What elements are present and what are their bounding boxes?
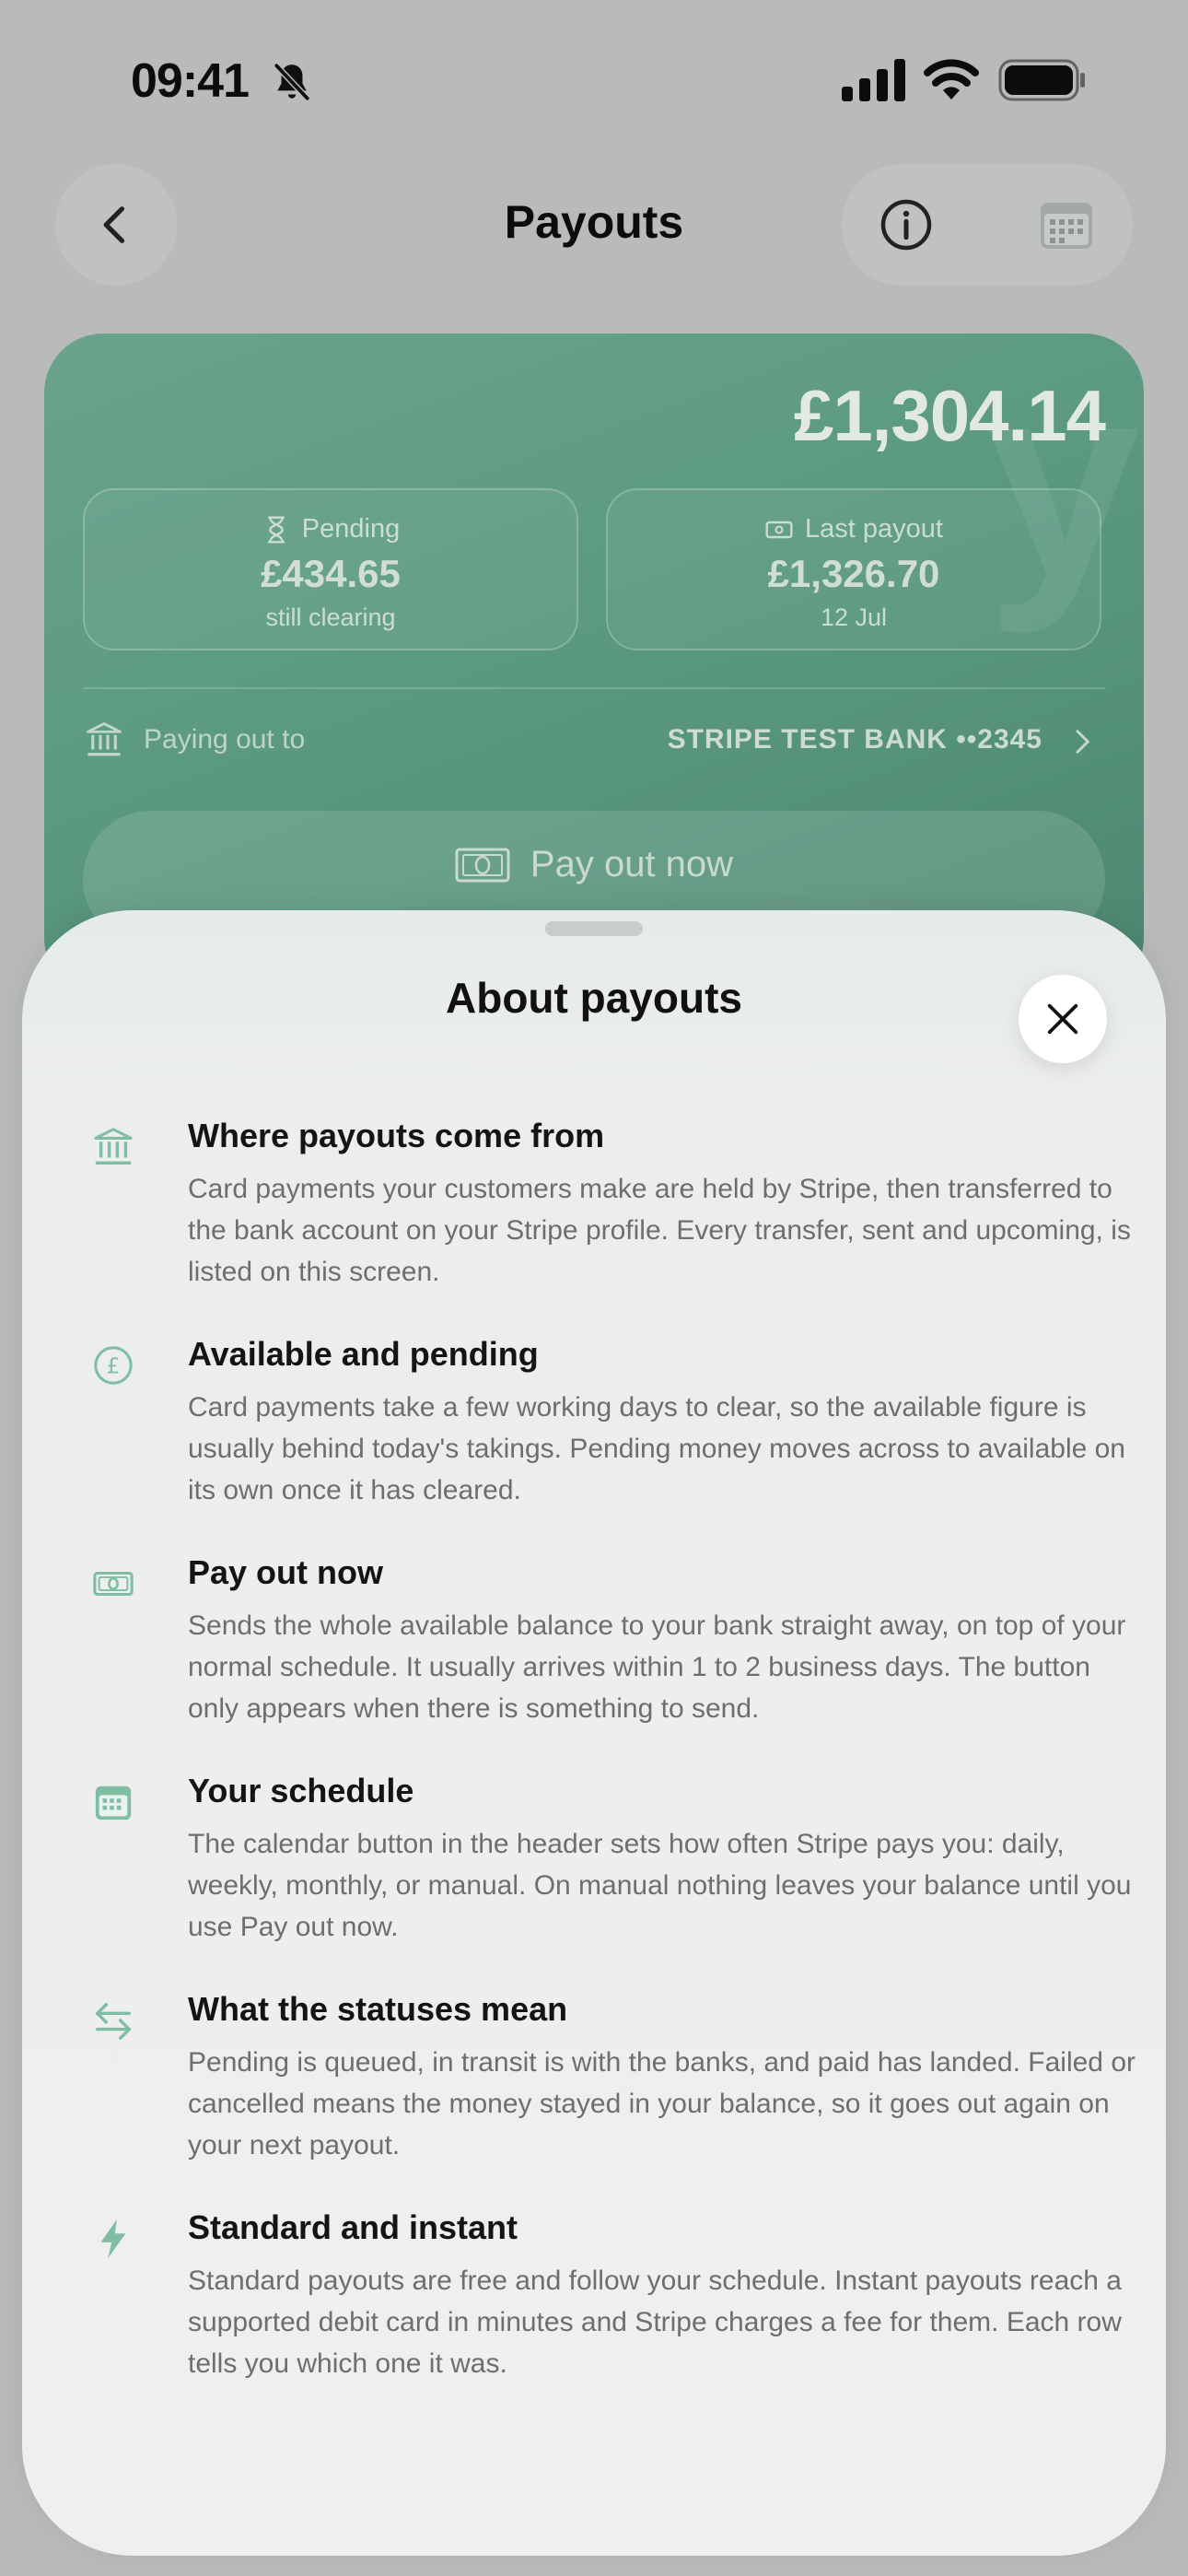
svg-text:£: £: [107, 1355, 121, 1379]
pending-stat: Pending £434.65 still clearing: [83, 488, 578, 650]
banknote-icon: [765, 521, 793, 538]
cellular-signal-icon: [842, 59, 905, 101]
topic-title: Available and pending: [188, 1335, 539, 1373]
lightning-icon: [100, 2219, 126, 2259]
banknote-icon: [455, 848, 510, 882]
close-icon: [1047, 1003, 1078, 1035]
topic-title: Where payouts come from: [188, 1117, 605, 1154]
info-icon[interactable]: [879, 197, 934, 252]
sheet-title: About payouts: [446, 974, 742, 1022]
topic-body: Standard payouts are free and follow you…: [188, 2266, 1122, 2379]
header-actions: [842, 164, 1133, 286]
last-payout-amount: £1,326.70: [767, 552, 940, 595]
sheet-grabber[interactable]: [545, 921, 643, 936]
topic-body: The calendar button in the header sets h…: [188, 1829, 1132, 1942]
last-payout-date: 12 Jul: [820, 603, 888, 631]
status-time: 09:41: [131, 54, 250, 108]
chevron-right-icon: [1076, 730, 1089, 754]
topic-body: Card payments your customers make are he…: [188, 1174, 1131, 1287]
topic-title: Pay out now: [188, 1553, 384, 1591]
pending-label: Pending: [301, 514, 401, 544]
calendar-icon[interactable]: [1039, 199, 1094, 251]
topic-title: What the statuses mean: [188, 1990, 568, 2028]
last-payout-stat: Last payout £1,326.70 12 Jul: [606, 488, 1101, 650]
card-divider: [83, 687, 1105, 689]
banknote-icon: [93, 1571, 134, 1597]
bank-account-name: STRIPE TEST BANK ••2345: [667, 724, 1042, 755]
calendar-icon: [95, 1786, 132, 1821]
topic-body: Pending is queued, in transit is with th…: [188, 2047, 1136, 2160]
paying-out-label: Paying out to: [144, 724, 306, 755]
about-payouts-sheet: About payouts Where payouts come from Ca…: [22, 910, 1166, 2556]
arrows-swap-icon: [96, 2003, 131, 2040]
pending-note: still clearing: [265, 603, 396, 631]
topic-title: Your schedule: [188, 1772, 414, 1809]
bell-slash-icon: [274, 64, 310, 100]
balance-card: y £1,304.14 Pending £434.65 still cleari…: [44, 334, 1144, 997]
battery-icon: [998, 59, 1085, 101]
available-amount: £1,304.14: [793, 375, 1106, 456]
bank-icon: [87, 722, 122, 756]
pound-coin-icon: £: [94, 1346, 133, 1385]
topic-body: Card payments take a few working days to…: [188, 1392, 1125, 1505]
hourglass-icon: [267, 515, 285, 544]
topic-body: Sends the whole available balance to you…: [188, 1610, 1126, 1724]
topic-title: Standard and instant: [188, 2208, 518, 2246]
pending-amount: £434.65: [261, 552, 401, 595]
bank-icon: [94, 1128, 133, 1165]
last-payout-label: Last payout: [805, 514, 943, 544]
wifi-icon: [924, 59, 979, 100]
close-button[interactable]: [1019, 975, 1107, 1063]
pay-out-now-label: Pay out now: [530, 844, 734, 884]
